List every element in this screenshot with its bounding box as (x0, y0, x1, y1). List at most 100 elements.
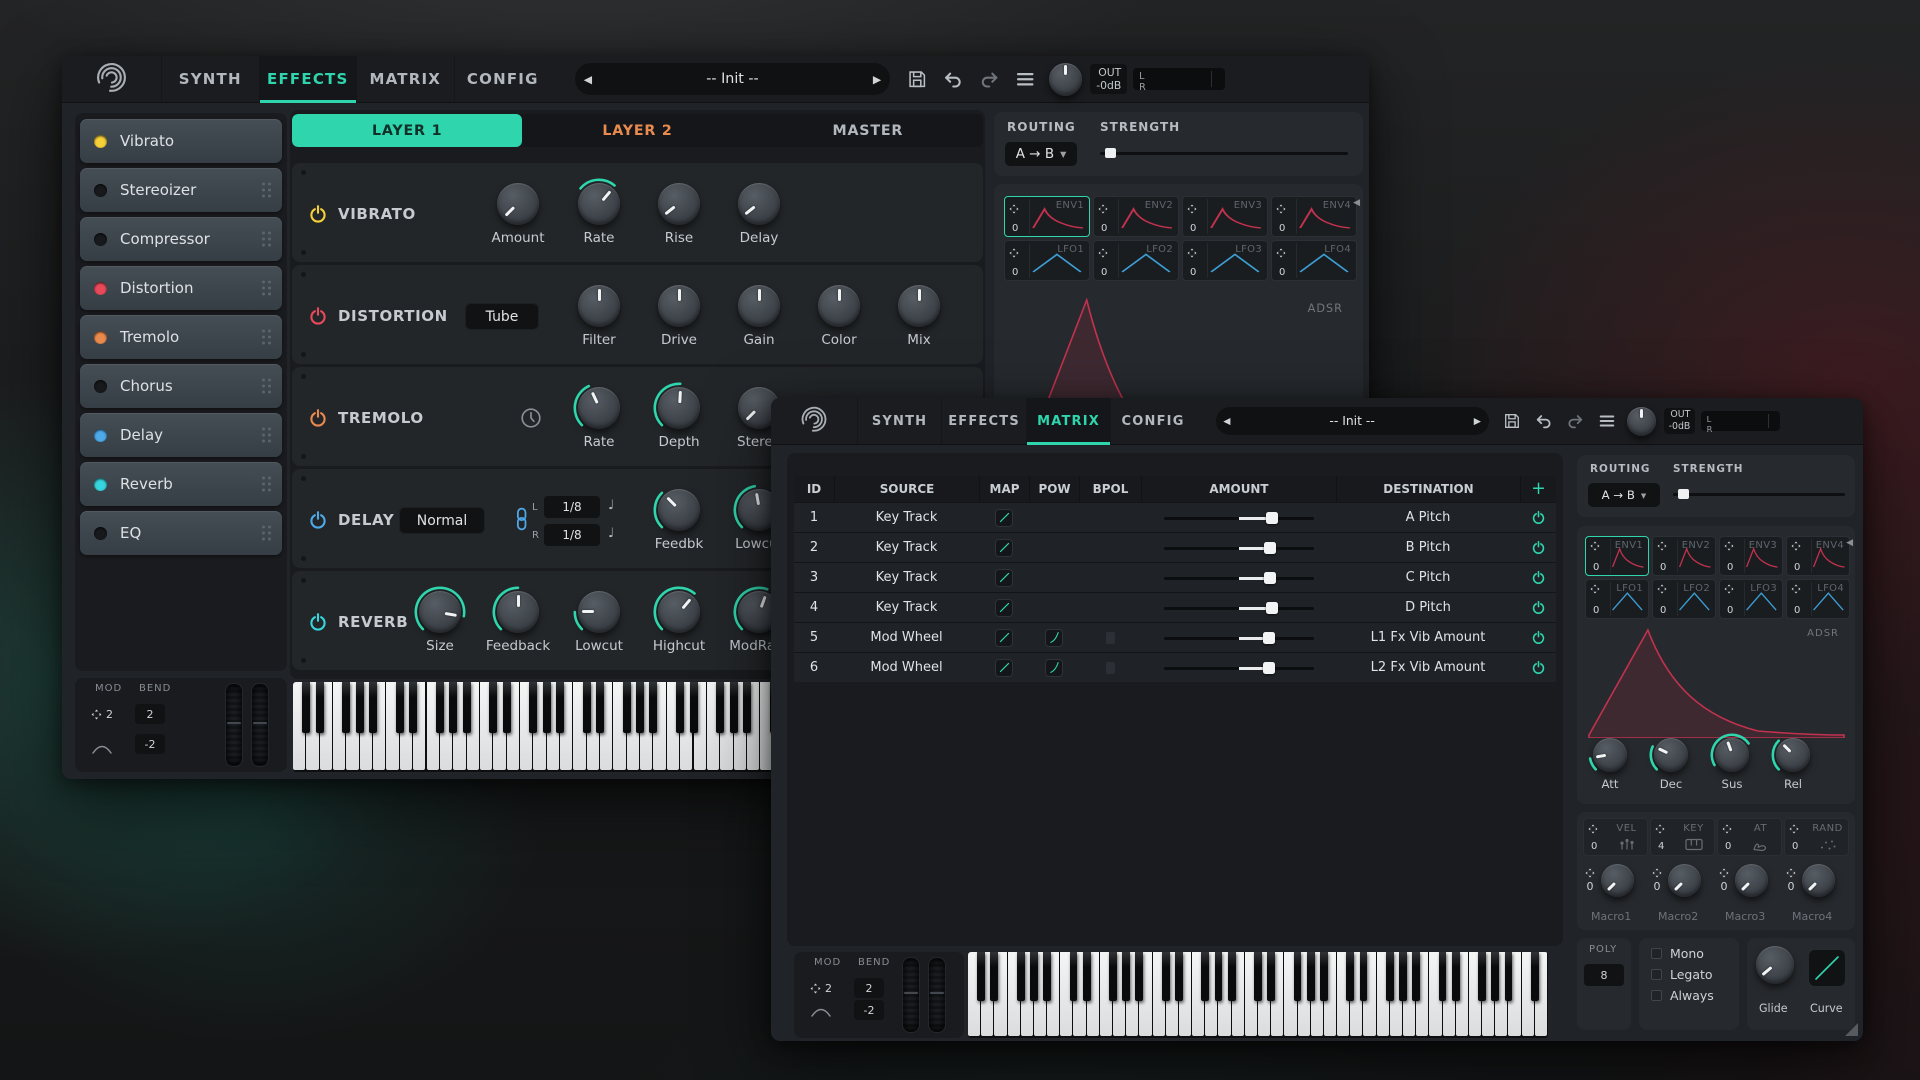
mod-source-env3[interactable]: 0 ENV3 (1182, 196, 1268, 237)
amount-slider[interactable] (1164, 512, 1314, 524)
effect-enabled-dot[interactable] (94, 527, 107, 540)
black-key[interactable] (1360, 952, 1368, 1001)
black-key[interactable] (342, 682, 350, 733)
adsr-sus-knob[interactable] (1715, 738, 1749, 772)
delay-mode-select[interactable]: Normal (399, 507, 485, 534)
black-key[interactable] (1399, 952, 1407, 1001)
effects-list-item-reverb[interactable]: Reverb (80, 462, 282, 506)
black-key[interactable] (1531, 952, 1539, 1001)
routing-select[interactable]: A → B▼ (1588, 483, 1660, 507)
drag-handle-icon[interactable] (262, 477, 271, 492)
matrix-row[interactable]: 1 Key Track A Pitch (794, 502, 1556, 532)
effects-list-item-vibrato[interactable]: Vibrato (80, 119, 282, 163)
black-key[interactable] (1215, 952, 1223, 1001)
tab-config[interactable]: CONFIG (454, 56, 552, 102)
bend-down-value[interactable]: -2 (135, 734, 165, 754)
mod-source-lfo1[interactable]: 0 LFO1 (1004, 240, 1090, 281)
source-select[interactable]: Key Track (834, 563, 979, 592)
tab-synth[interactable]: SYNTH (857, 398, 942, 444)
drag-handle-icon[interactable] (262, 428, 271, 443)
delay-feedbk-knob[interactable] (658, 489, 700, 531)
black-key[interactable] (543, 682, 551, 733)
drag-handle-icon[interactable] (262, 526, 271, 541)
vibrato-rise-knob[interactable] (658, 183, 700, 225)
tab-matrix[interactable]: MATRIX (356, 56, 454, 102)
preset-name[interactable]: -- Init -- (1238, 414, 1466, 428)
effects-list-item-compressor[interactable]: Compressor (80, 217, 282, 261)
source-select[interactable]: Mod Wheel (834, 623, 979, 652)
black-key[interactable] (676, 682, 684, 733)
black-key[interactable] (1162, 952, 1170, 1001)
distortion-filter-knob[interactable] (578, 285, 620, 327)
drag-handle-icon[interactable] (1590, 583, 1600, 598)
black-key[interactable] (623, 682, 631, 733)
strength-slider[interactable] (1100, 148, 1348, 158)
distortion-gain-knob[interactable] (738, 285, 780, 327)
effect-enabled-dot[interactable] (94, 380, 107, 393)
map-curve-button[interactable] (995, 659, 1013, 677)
black-key[interactable] (396, 682, 404, 733)
effects-list-item-eq[interactable]: EQ (80, 511, 282, 555)
tab-effects[interactable]: EFFECTS (259, 56, 357, 102)
mod-wheel[interactable] (225, 683, 243, 767)
adsr-rel-knob[interactable] (1776, 738, 1810, 772)
tab-config[interactable]: CONFIG (1110, 398, 1195, 444)
black-key[interactable] (1452, 952, 1460, 1001)
black-key[interactable] (1294, 952, 1302, 1001)
power-curve-button[interactable] (1045, 659, 1063, 677)
effects-list-item-tremolo[interactable]: Tremolo (80, 315, 282, 359)
route-power-button[interactable] (1520, 623, 1556, 652)
matrix-row[interactable]: 4 Key Track D Pitch (794, 592, 1556, 622)
black-key[interactable] (1201, 952, 1209, 1001)
preset-prev-button[interactable]: ◀ (1216, 416, 1238, 427)
collapse-panel-icon[interactable]: ◀ (1353, 198, 1360, 208)
black-key[interactable] (449, 682, 457, 733)
black-key[interactable] (690, 682, 698, 733)
amount-slider[interactable] (1164, 542, 1314, 554)
preset-name[interactable]: -- Init -- (601, 71, 864, 87)
tab-matrix[interactable]: MATRIX (1026, 398, 1111, 444)
routing-select[interactable]: A → B▼ (1005, 142, 1077, 166)
amount-slider[interactable] (1164, 602, 1314, 614)
route-power-button[interactable] (1520, 653, 1556, 682)
black-key[interactable] (1386, 952, 1394, 1001)
tab-effects[interactable]: EFFECTS (941, 398, 1026, 444)
drag-handle-icon[interactable] (1724, 540, 1734, 555)
black-key[interactable] (636, 682, 644, 733)
black-key[interactable] (1412, 952, 1420, 1001)
reverb-size-knob[interactable] (419, 591, 461, 633)
amount-slider[interactable] (1164, 632, 1314, 644)
black-key[interactable] (1135, 952, 1143, 1001)
checkbox-icon[interactable] (1651, 948, 1662, 959)
adsr-envelope-display[interactable] (1585, 622, 1847, 738)
bend-curve-icon[interactable] (91, 740, 113, 758)
map-curve-button[interactable] (995, 629, 1013, 647)
tempo-sync-icon[interactable] (520, 407, 542, 433)
matrix-row[interactable]: 2 Key Track B Pitch (794, 532, 1556, 562)
poly-count[interactable]: 8 (1584, 964, 1624, 986)
effect-enabled-dot[interactable] (94, 233, 107, 246)
effect-enabled-dot[interactable] (94, 135, 107, 148)
black-key[interactable] (1122, 952, 1130, 1001)
tremolo-rate-knob[interactable] (578, 387, 620, 429)
drag-handle-icon[interactable] (1789, 823, 1799, 838)
tremolo-depth-knob[interactable] (658, 387, 700, 429)
vibrato-delay-knob[interactable] (738, 183, 780, 225)
effect-enabled-dot[interactable] (94, 331, 107, 344)
drag-handle-icon[interactable] (1655, 823, 1665, 838)
bend-up-value[interactable]: 2 (135, 704, 165, 724)
drag-handle-icon[interactable] (1724, 583, 1734, 598)
note-icon[interactable]: ♩ (608, 498, 614, 513)
drag-handle-icon[interactable] (1098, 200, 1108, 218)
black-key[interactable] (1175, 952, 1183, 1001)
checkbox-icon[interactable] (1651, 990, 1662, 1001)
power-icon[interactable] (308, 612, 328, 636)
black-key[interactable] (409, 682, 417, 733)
black-key[interactable] (1505, 952, 1513, 1001)
pitch-bend-wheel[interactable] (928, 957, 946, 1033)
drag-handle-icon[interactable] (1657, 583, 1667, 598)
reverb-highcut-knob[interactable] (658, 591, 700, 633)
black-key[interactable] (463, 682, 471, 733)
black-key[interactable] (316, 682, 324, 733)
checkbox-always[interactable]: Always (1651, 988, 1739, 1003)
